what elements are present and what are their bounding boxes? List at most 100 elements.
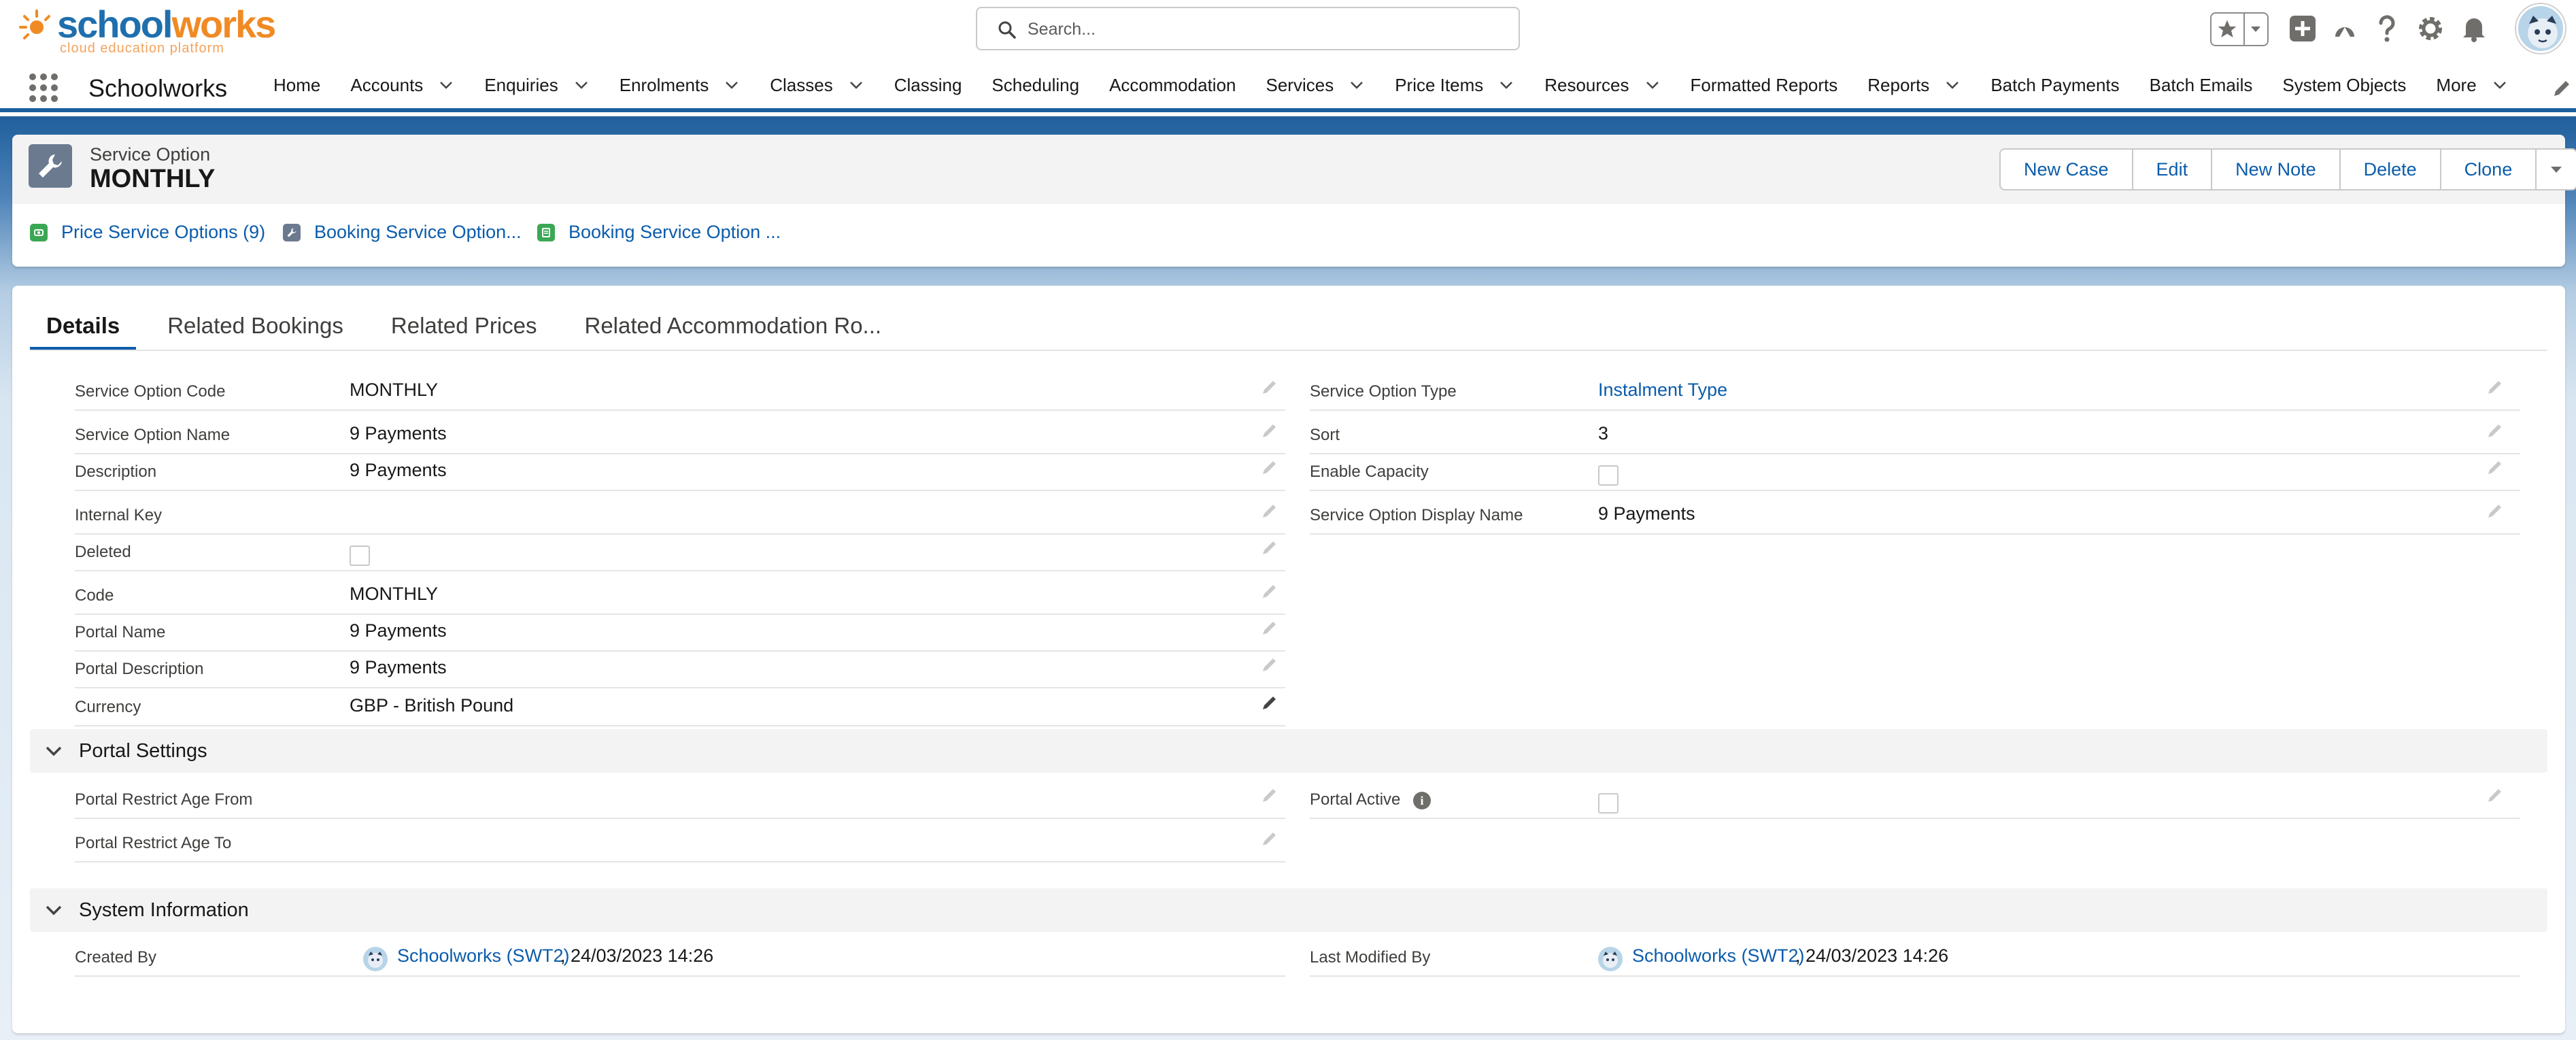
edit-pencil-icon[interactable] xyxy=(1261,786,1278,804)
checkbox[interactable] xyxy=(350,546,370,566)
add-icon[interactable] xyxy=(2286,12,2319,45)
chevron-down-icon[interactable] xyxy=(1498,77,1514,93)
gear-icon[interactable] xyxy=(2414,12,2447,45)
section-system-information[interactable]: System Information xyxy=(30,888,2547,932)
field-label: Portal Restrict Age From xyxy=(75,790,253,809)
nav-item-accounts[interactable]: Accounts xyxy=(335,58,469,112)
clone-button[interactable]: Clone xyxy=(2441,150,2537,189)
edit-nav-pencil-icon[interactable] xyxy=(2552,78,2572,99)
quick-link-price-service-options[interactable]: Price Service Options (9) xyxy=(30,222,265,243)
search-icon xyxy=(998,21,1016,39)
nav-item-enquiries[interactable]: Enquiries xyxy=(469,58,604,112)
edit-pencil-icon[interactable] xyxy=(1261,582,1278,600)
nav-item-services[interactable]: Services xyxy=(1251,58,1380,112)
nav-item-home[interactable]: Home xyxy=(258,58,335,112)
edit-pencil-icon[interactable] xyxy=(1261,378,1278,396)
tab-details[interactable]: Details xyxy=(30,306,137,351)
chevron-down-icon xyxy=(46,746,62,756)
edit-pencil-icon[interactable] xyxy=(2486,378,2504,396)
edit-pencil-icon[interactable] xyxy=(1261,619,1278,637)
field-label: Description xyxy=(75,463,157,481)
field-label: Service Option Type xyxy=(1310,382,1457,401)
edit-pencil-icon[interactable] xyxy=(1261,694,1278,711)
field-service-option-name: Service Option Name 9 Payments xyxy=(75,416,1285,454)
nav-item-formatted-reports[interactable]: Formatted Reports xyxy=(1676,58,1853,112)
nav-item-batch-emails[interactable]: Batch Emails xyxy=(2135,58,2268,112)
tab-related-accommodation[interactable]: Related Accommodation Ro... xyxy=(569,306,898,351)
nav-item-label: Classing xyxy=(894,74,962,95)
new-note-button[interactable]: New Note xyxy=(2212,150,2341,189)
nav-item-reports[interactable]: Reports xyxy=(1852,58,1976,112)
chevron-down-icon[interactable] xyxy=(1944,77,1961,93)
bell-icon[interactable] xyxy=(2458,12,2490,45)
app-launcher-icon[interactable] xyxy=(27,71,60,104)
edit-pencil-icon[interactable] xyxy=(1261,830,1278,848)
edit-pencil-icon[interactable] xyxy=(2486,458,2504,476)
chevron-down-icon[interactable] xyxy=(848,77,864,93)
edit-pencil-icon[interactable] xyxy=(1261,502,1278,520)
new-case-button[interactable]: New Case xyxy=(2001,150,2133,189)
nav-items: Home Accounts Enquiries Enrolments Classes Cl… xyxy=(258,58,2523,112)
delete-button[interactable]: Delete xyxy=(2341,150,2441,189)
nav-item-accommodation[interactable]: Accommodation xyxy=(1094,58,1251,112)
record-tabs: Details Related Bookings Related Prices … xyxy=(30,306,913,351)
edit-button[interactable]: Edit xyxy=(2133,150,2213,189)
field-value-link[interactable]: Instalment Type xyxy=(1598,380,1727,401)
avatar[interactable] xyxy=(2516,4,2565,53)
checkbox[interactable] xyxy=(1598,793,1619,813)
quick-link-label: Booking Service Option... xyxy=(314,222,522,242)
edit-pencil-icon[interactable] xyxy=(1261,422,1278,439)
tab-related-prices[interactable]: Related Prices xyxy=(375,306,554,351)
field-label: Currency xyxy=(75,698,141,716)
field-service-option-code: Service Option Code MONTHLY xyxy=(75,373,1285,411)
field-currency: Currency GBP - British Pound xyxy=(75,688,1285,726)
section-portal-settings[interactable]: Portal Settings xyxy=(30,729,2547,773)
global-search[interactable] xyxy=(976,7,1520,50)
nav-item-classing[interactable]: Classing xyxy=(879,58,977,112)
star-icon[interactable] xyxy=(2211,14,2245,45)
help-icon[interactable] xyxy=(2371,12,2403,45)
nav-item-batch-payments[interactable]: Batch Payments xyxy=(1976,58,2134,112)
chevron-down-icon[interactable] xyxy=(438,77,454,93)
modified-by-user-link[interactable]: Schoolworks (SWT2) xyxy=(1632,945,1805,967)
trailhead-icon[interactable] xyxy=(2328,12,2361,45)
chevron-down-icon[interactable] xyxy=(1644,77,1661,93)
nav-item-more[interactable]: More xyxy=(2421,58,2522,112)
info-icon[interactable]: i xyxy=(1413,792,1431,809)
field-portal-name: Portal Name 9 Payments xyxy=(75,614,1285,652)
edit-pencil-icon[interactable] xyxy=(1261,539,1278,556)
more-actions-chevron-down-icon[interactable] xyxy=(2537,150,2576,189)
favorites-dropdown-chevron-down-icon[interactable] xyxy=(2245,14,2267,45)
nav-item-resources[interactable]: Resources xyxy=(1529,58,1675,112)
edit-pencil-icon[interactable] xyxy=(1261,656,1278,673)
nav-item-system-objects[interactable]: System Objects xyxy=(2267,58,2421,112)
checkbox[interactable] xyxy=(1598,465,1619,486)
field-label: Created By xyxy=(75,948,157,967)
chevron-down-icon[interactable] xyxy=(573,77,590,93)
tab-related-bookings[interactable]: Related Bookings xyxy=(151,306,360,351)
quick-link-booking-service-option-1[interactable]: Booking Service Option... xyxy=(283,222,522,243)
nav-item-enrolments[interactable]: Enrolments xyxy=(605,58,756,112)
chevron-down-icon[interactable] xyxy=(1349,77,1365,93)
created-by-user-link[interactable]: Schoolworks (SWT2) xyxy=(397,945,570,967)
nav-item-price-items[interactable]: Price Items xyxy=(1380,58,1529,112)
nav-item-label: Enquiries xyxy=(484,74,558,95)
edit-pencil-icon[interactable] xyxy=(1261,458,1278,476)
field-label: Portal Restrict Age To xyxy=(75,834,232,852)
chevron-down-icon[interactable] xyxy=(2492,77,2508,93)
chevron-down-icon[interactable] xyxy=(724,77,740,93)
nav-item-scheduling[interactable]: Scheduling xyxy=(977,58,1094,112)
global-header: schoolworks cloud education platform xyxy=(0,0,2576,58)
field-label: Sort xyxy=(1310,426,1340,444)
field-label: Service Option Display Name xyxy=(1310,506,1523,524)
edit-pencil-icon[interactable] xyxy=(2486,786,2504,804)
quick-link-booking-service-option-2[interactable]: Booking Service Option ... xyxy=(537,222,781,243)
nav-item-classes[interactable]: Classes xyxy=(755,58,879,112)
edit-pencil-icon[interactable] xyxy=(2486,502,2504,520)
wrench-icon xyxy=(283,223,301,241)
app-name: Schoolworks xyxy=(88,74,228,102)
nav-item-label: Batch Emails xyxy=(2149,74,2253,95)
search-input[interactable] xyxy=(1028,16,1504,42)
detail-card: Details Related Bookings Related Prices … xyxy=(12,286,2565,1033)
edit-pencil-icon[interactable] xyxy=(2486,422,2504,439)
